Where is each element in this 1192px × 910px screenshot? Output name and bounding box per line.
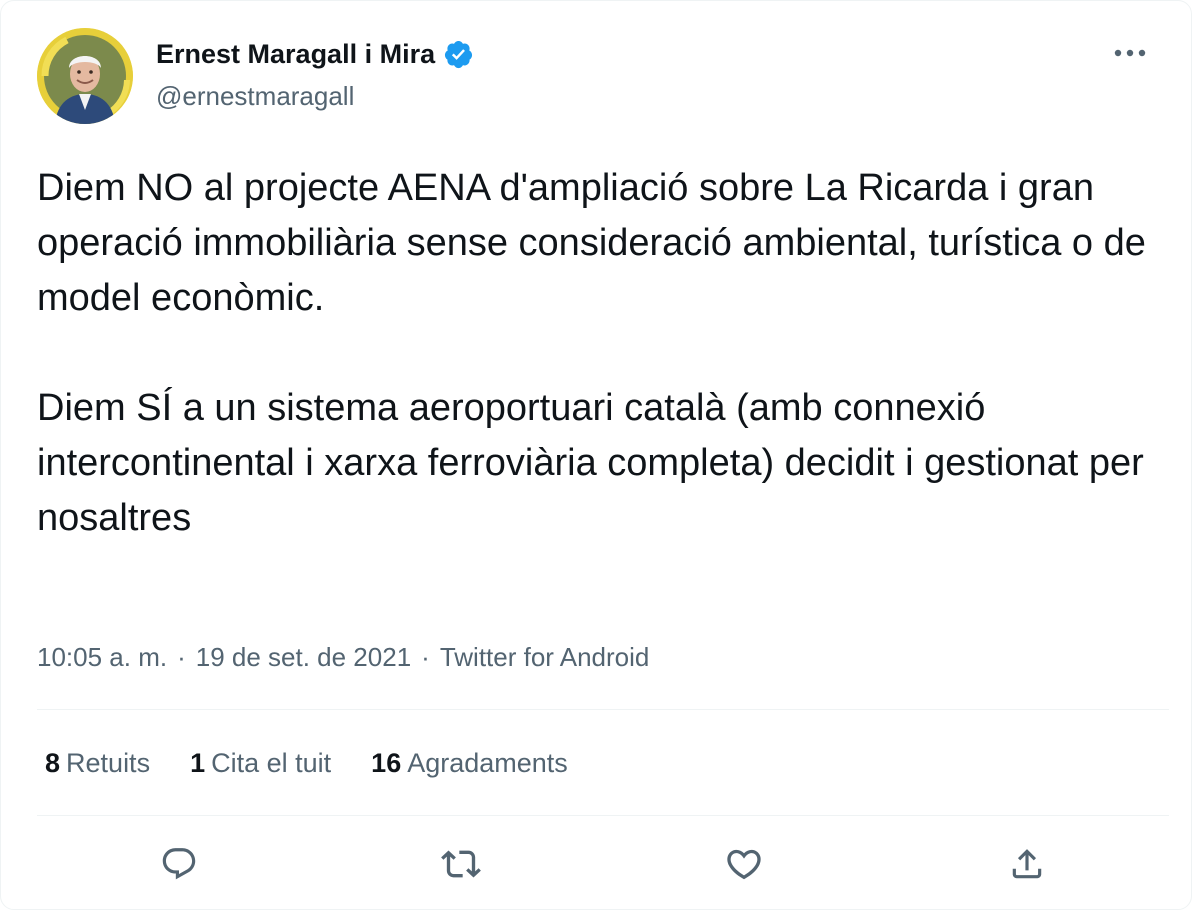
likes-label: Agradaments (407, 748, 568, 778)
likes-stat[interactable]: 16 Agradaments (371, 743, 568, 783)
action-bar (1, 839, 1192, 893)
retweets-label: Retuits (66, 748, 151, 778)
tweet-text: Diem NO al projecte AENA d'ampliació sob… (37, 167, 1146, 539)
share-icon (1012, 849, 1042, 879)
retweet-button[interactable] (436, 839, 486, 889)
retweet-icon (441, 850, 481, 878)
meta-separator: · (421, 642, 430, 672)
tweet-date[interactable]: 19 de set. de 2021 (196, 638, 411, 676)
like-icon (727, 849, 761, 880)
reply-icon (162, 848, 196, 880)
share-button[interactable] (1002, 839, 1052, 889)
retweets-stat[interactable]: 8 Retuits (45, 743, 150, 783)
tweet-source[interactable]: Twitter for Android (440, 638, 650, 676)
likes-count: 16 (371, 748, 402, 778)
profile-photo-icon (37, 28, 133, 124)
quotes-stat[interactable]: 1 Cita el tuit (190, 743, 331, 783)
engagement-stats: 8 Retuits 1 Cita el tuit 16 Agradaments (45, 743, 568, 783)
meta-separator: · (177, 642, 186, 672)
divider (37, 709, 1169, 710)
quotes-count: 1 (190, 748, 206, 778)
tweet-time[interactable]: 10:05 a. m. (37, 638, 167, 676)
display-name[interactable]: Ernest Maragall i Mira (156, 37, 435, 71)
retweets-count: 8 (45, 748, 61, 778)
divider (37, 815, 1169, 816)
more-dots-icon (1114, 49, 1146, 57)
verified-badge-icon (443, 39, 474, 70)
tweet-meta: 10:05 a. m. · 19 de set. de 2021 · Twitt… (37, 638, 649, 676)
author-handle[interactable]: @ernestmaragall (156, 79, 354, 113)
like-button[interactable] (719, 839, 769, 889)
quotes-label: Cita el tuit (211, 748, 332, 778)
more-options-button[interactable] (1113, 43, 1147, 63)
author-name-row: Ernest Maragall i Mira (156, 37, 474, 71)
avatar[interactable] (37, 28, 133, 124)
reply-button[interactable] (154, 839, 204, 889)
tweet-card: Ernest Maragall i Mira @ernestmaragall D… (0, 0, 1192, 910)
